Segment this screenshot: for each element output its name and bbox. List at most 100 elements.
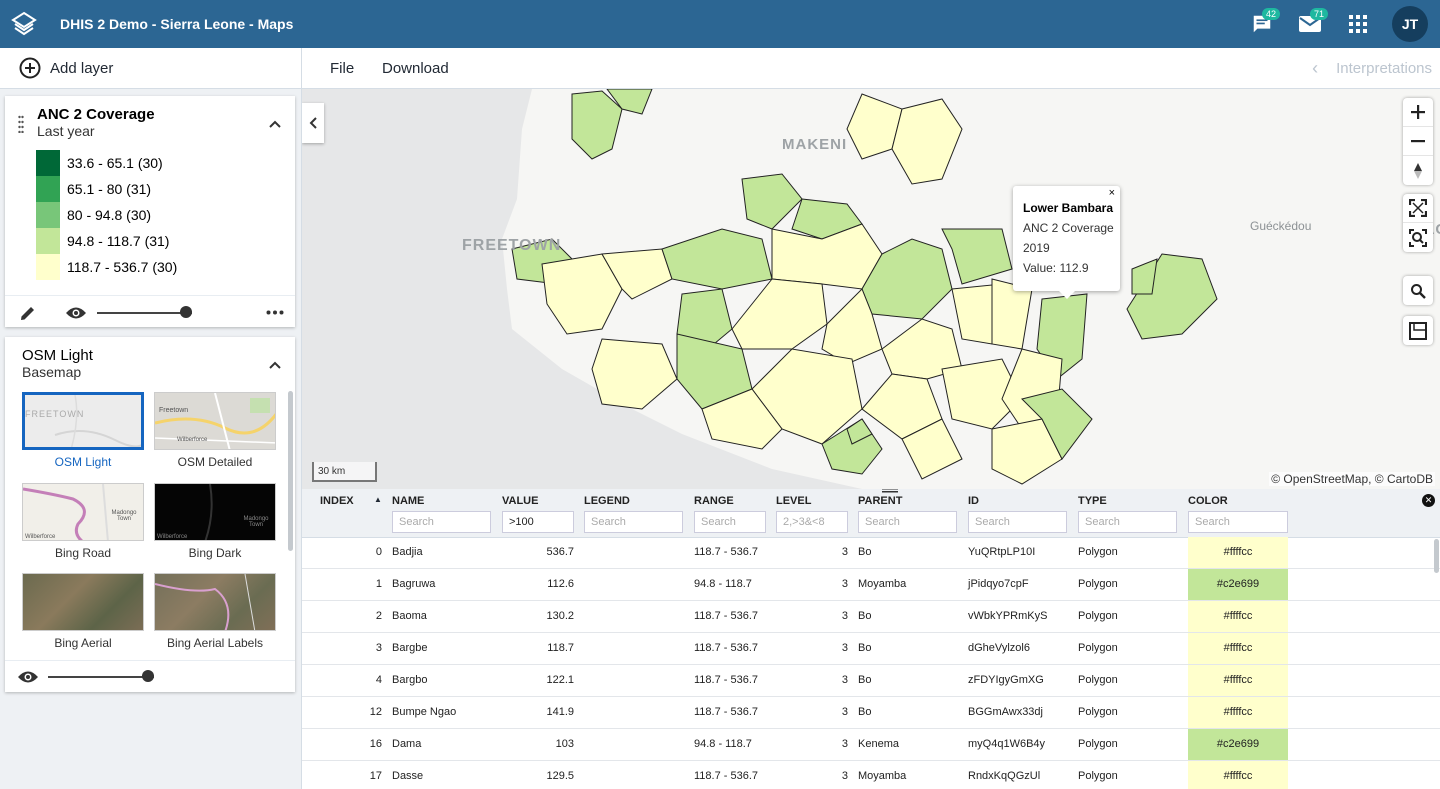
cell-range: 94.8 - 118.7 bbox=[694, 578, 752, 590]
close-table-icon[interactable]: ✕ bbox=[1422, 494, 1435, 507]
table-row[interactable]: 16 Dama 103 94.8 - 118.7 3 Kenema myQ4q1W6B4y P… bbox=[302, 729, 1440, 761]
cell-index: 12 bbox=[369, 706, 382, 718]
col-range[interactable]: RANGE bbox=[694, 495, 734, 507]
cell-legend bbox=[584, 729, 684, 760]
table-row[interactable]: 3 Bargbe 118.7 118.7 - 536.7 3 Bo dGheVylzol6 P… bbox=[302, 633, 1440, 665]
zoom-in-button[interactable] bbox=[1403, 98, 1433, 127]
basemap-subtitle: Basemap bbox=[22, 364, 82, 380]
fit-bounds-button[interactable] bbox=[1403, 223, 1433, 252]
cell-parent: Bo bbox=[858, 546, 872, 558]
opacity-slider-track[interactable] bbox=[97, 312, 192, 314]
dhis2-logo-icon[interactable] bbox=[0, 0, 48, 48]
file-menu[interactable]: File bbox=[330, 48, 354, 88]
cell-range: 118.7 - 536.7 bbox=[694, 546, 759, 558]
col-type[interactable]: TYPE bbox=[1078, 495, 1107, 507]
fullscreen-button[interactable] bbox=[1403, 194, 1433, 223]
color-filter-input[interactable]: Search bbox=[1188, 511, 1288, 533]
more-options-icon[interactable] bbox=[266, 310, 284, 315]
chevron-up-icon[interactable] bbox=[267, 357, 283, 373]
add-layer-button[interactable]: Add layer bbox=[0, 48, 302, 88]
compass-icon bbox=[1414, 162, 1422, 179]
visibility-eye-icon[interactable] bbox=[17, 669, 39, 685]
table-row[interactable]: 1 Bagruwa 112.6 94.8 - 118.7 3 Moyamba jPidqyo… bbox=[302, 569, 1440, 601]
layer-subtitle: Last year bbox=[37, 123, 95, 139]
thumb-label: Madongo Town bbox=[243, 516, 269, 528]
popup-close-icon[interactable]: × bbox=[1109, 187, 1115, 199]
legend-filter-input[interactable]: Search bbox=[584, 511, 683, 533]
basemap-label: Bing Road bbox=[54, 546, 112, 560]
cell-type: Polygon bbox=[1078, 770, 1118, 782]
col-name[interactable]: NAME bbox=[392, 495, 424, 507]
ruler-icon bbox=[1409, 321, 1427, 340]
table-row[interactable]: 4 Bargbo 122.1 118.7 - 536.7 3 Bo zFDYIgyGmXG P… bbox=[302, 665, 1440, 697]
cell-color: #ffffcc bbox=[1188, 665, 1288, 696]
drag-handle-icon[interactable] bbox=[18, 115, 24, 133]
legend-item: 80 - 94.8 (30) bbox=[36, 202, 151, 228]
type-filter-input[interactable]: Search bbox=[1078, 511, 1177, 533]
map-attribution[interactable]: © OpenStreetMap, © CartoDB bbox=[1269, 472, 1435, 486]
measure-button[interactable] bbox=[1403, 316, 1433, 345]
cell-index: 3 bbox=[375, 642, 382, 654]
basemap-option-bing-aerial-labels[interactable]: Bing Aerial Labels bbox=[154, 573, 276, 650]
parent-filter-input[interactable]: Search bbox=[858, 511, 957, 533]
cell-index: 2 bbox=[375, 610, 382, 622]
name-filter-input[interactable]: Search bbox=[392, 511, 491, 533]
range-filter-input[interactable]: Search bbox=[694, 511, 766, 533]
legend-label: 80 - 94.8 (30) bbox=[67, 207, 152, 223]
zoom-out-button[interactable] bbox=[1403, 127, 1433, 156]
basemap-option-bing-road[interactable]: Madongo Town Wilberforce Bing Road bbox=[22, 483, 144, 560]
panel-scrollbar[interactable] bbox=[288, 391, 293, 551]
interpretations-button[interactable]: ‹ Interpretations bbox=[1312, 48, 1432, 88]
col-index[interactable]: INDEX bbox=[320, 495, 354, 507]
basemap-option-osm-detailed[interactable]: Freetown Wilberforce OSM Detailed bbox=[154, 392, 276, 469]
user-avatar[interactable]: JT bbox=[1392, 6, 1428, 42]
download-menu[interactable]: Download bbox=[382, 48, 449, 88]
basemap-opacity-track[interactable] bbox=[48, 676, 154, 678]
table-row[interactable]: 2 Baoma 130.2 118.7 - 536.7 3 Bo vWbkYPRmKyS Po… bbox=[302, 601, 1440, 633]
level-filter-input[interactable]: 2,>3&<8 bbox=[776, 511, 848, 533]
collapse-panel-button[interactable] bbox=[302, 103, 324, 143]
basemap-option-bing-aerial[interactable]: Bing Aerial bbox=[22, 573, 144, 650]
table-row[interactable]: 12 Bumpe Ngao 141.9 118.7 - 536.7 3 Bo BGGmAwx… bbox=[302, 697, 1440, 729]
apps-button[interactable] bbox=[1334, 0, 1382, 48]
table-row[interactable]: 17 Dasse 129.5 118.7 - 536.7 3 Moyamba RndxKqQ… bbox=[302, 761, 1440, 789]
table-scrollbar[interactable] bbox=[1434, 539, 1439, 573]
opacity-slider-knob[interactable] bbox=[180, 306, 192, 318]
cell-index: 16 bbox=[369, 738, 382, 750]
cell-color: #ffffcc bbox=[1188, 697, 1288, 728]
col-level[interactable]: LEVEL bbox=[776, 495, 811, 507]
cell-parent: Bo bbox=[858, 642, 872, 654]
table-row[interactable]: 0 Badjia 536.7 118.7 - 536.7 3 Bo YuQRtpLP10I P… bbox=[302, 537, 1440, 569]
map-view[interactable]: MAKENI FREETOWN Guéckédou MAC × Lower Ba… bbox=[302, 89, 1440, 489]
legend-item: 33.6 - 65.1 (30) bbox=[36, 150, 163, 176]
col-color[interactable]: COLOR bbox=[1188, 495, 1228, 507]
basemap-option-osm-light[interactable]: FREETOWN OSM Light bbox=[22, 392, 144, 469]
basemap-opacity-knob[interactable] bbox=[142, 670, 154, 682]
legend-item: 94.8 - 118.7 (31) bbox=[36, 228, 169, 254]
resize-handle-icon[interactable] bbox=[882, 489, 898, 493]
messages-button[interactable]: 42 bbox=[1238, 0, 1286, 48]
col-parent[interactable]: PARENT bbox=[858, 495, 902, 507]
visibility-eye-icon[interactable] bbox=[65, 305, 87, 321]
layer-card-anc2: ANC 2 Coverage Last year 33.6 - 65.1 (30… bbox=[5, 96, 295, 327]
chevron-up-icon[interactable] bbox=[267, 116, 283, 132]
basemap-option-bing-dark[interactable]: Madongo Town Wilberforce Bing Dark bbox=[154, 483, 276, 560]
basemap-thumb bbox=[22, 573, 144, 631]
cell-value: 129.5 bbox=[546, 770, 574, 782]
col-value[interactable]: VALUE bbox=[502, 495, 538, 507]
id-filter-input[interactable]: Search bbox=[968, 511, 1067, 533]
map-label-freetown: FREETOWN bbox=[462, 237, 562, 254]
edit-pencil-icon[interactable] bbox=[18, 303, 38, 323]
col-legend[interactable]: LEGEND bbox=[584, 495, 630, 507]
cell-id: YuQRtpLP10I bbox=[968, 546, 1036, 558]
value-filter-input[interactable]: >100 bbox=[502, 511, 574, 533]
col-id[interactable]: ID bbox=[968, 495, 979, 507]
cell-value: 118.7 bbox=[547, 642, 574, 654]
reset-bearing-button[interactable] bbox=[1403, 156, 1433, 185]
mail-button[interactable]: 71 bbox=[1286, 0, 1334, 48]
map-popup: × Lower Bambara ANC 2 Coverage 2019 Valu… bbox=[1013, 186, 1120, 299]
basemap-label: OSM Detailed bbox=[177, 455, 253, 469]
search-button[interactable] bbox=[1403, 276, 1433, 305]
choropleth-map[interactable] bbox=[302, 89, 1440, 489]
sort-asc-icon[interactable]: ▲ bbox=[374, 495, 382, 504]
